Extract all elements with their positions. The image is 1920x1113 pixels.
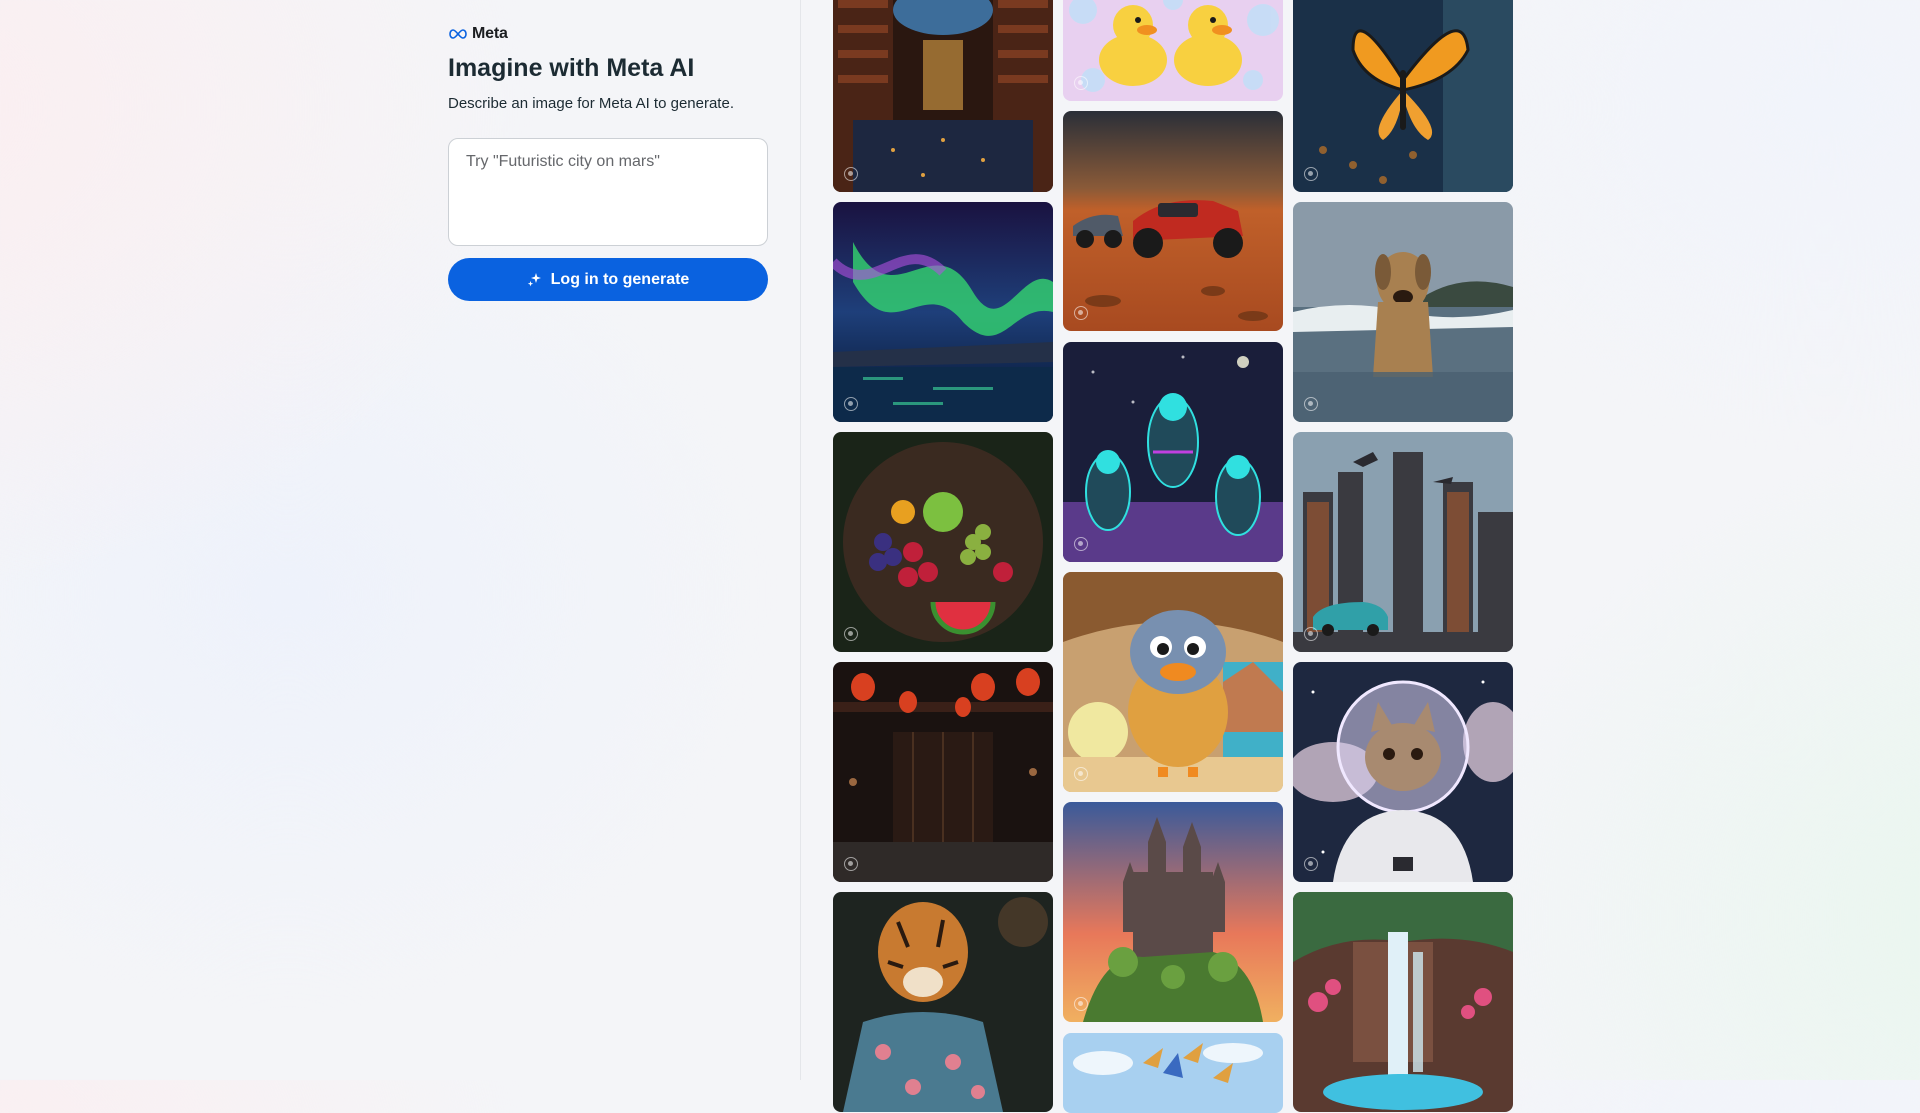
sparkle-icon bbox=[527, 272, 541, 286]
watermark-icon bbox=[1304, 857, 1318, 871]
rubber-ducks-image bbox=[1063, 0, 1283, 101]
gallery-image-astronaut-cat[interactable] bbox=[1293, 662, 1513, 882]
gallery-image-tiger-in-suit[interactable] bbox=[833, 892, 1053, 1112]
tiger-in-suit-image bbox=[833, 892, 1053, 1112]
gallery-image-castle[interactable] bbox=[1063, 802, 1283, 1022]
library-image bbox=[833, 0, 1053, 192]
gallery-image-mars-car[interactable] bbox=[1063, 111, 1283, 331]
gallery-image-fruit-bowl[interactable] bbox=[833, 432, 1053, 652]
generate-button-label: Log in to generate bbox=[550, 270, 690, 288]
watermark-icon bbox=[844, 627, 858, 641]
watermark-icon bbox=[1074, 767, 1088, 781]
gallery-image-library[interactable] bbox=[833, 0, 1053, 192]
watermark-icon bbox=[1074, 306, 1088, 320]
gallery-image-rubber-ducks[interactable] bbox=[1063, 0, 1283, 101]
prompt-input[interactable] bbox=[448, 138, 768, 246]
gallery-image-waterfall[interactable] bbox=[1293, 892, 1513, 1112]
watermark-icon bbox=[1304, 167, 1318, 181]
watermark-icon bbox=[1074, 537, 1088, 551]
gallery-image-fluffy-bird[interactable] bbox=[1063, 572, 1283, 792]
mars-car-image bbox=[1063, 111, 1283, 331]
gallery-image-futuristic-city[interactable] bbox=[1293, 432, 1513, 652]
page-subtitle: Describe an image for Meta AI to generat… bbox=[448, 95, 734, 112]
watermark-icon bbox=[844, 167, 858, 181]
gallery-image-paper-birds[interactable] bbox=[1063, 1033, 1283, 1113]
futuristic-city-image bbox=[1293, 432, 1513, 652]
gallery-image-butterfly[interactable] bbox=[1293, 0, 1513, 192]
gallery-image-dog-in-sea[interactable] bbox=[1293, 202, 1513, 422]
paper-birds-image bbox=[1063, 1033, 1283, 1113]
waterfall-image bbox=[1293, 892, 1513, 1112]
space-cats-image bbox=[1063, 342, 1283, 562]
gallery-image-aurora[interactable] bbox=[833, 202, 1053, 422]
page-title: Imagine with Meta AI bbox=[448, 54, 695, 82]
watermark-icon bbox=[1074, 76, 1088, 90]
log-in-to-generate-button[interactable]: Log in to generate bbox=[448, 258, 768, 301]
lantern-restaurant-image bbox=[833, 662, 1053, 882]
castle-image bbox=[1063, 802, 1283, 1022]
panel-divider bbox=[800, 0, 801, 1080]
watermark-icon bbox=[1304, 627, 1318, 641]
watermark-icon bbox=[1304, 397, 1318, 411]
fluffy-bird-image bbox=[1063, 572, 1283, 792]
meta-infinity-icon bbox=[449, 29, 467, 39]
dog-in-sea-image bbox=[1293, 202, 1513, 422]
prompt-panel: Meta Imagine with Meta AI Describe an im… bbox=[448, 24, 768, 301]
aurora-image bbox=[833, 202, 1053, 422]
fruit-bowl-image bbox=[833, 432, 1053, 652]
astronaut-cat-image bbox=[1293, 662, 1513, 882]
meta-logo[interactable]: Meta bbox=[448, 24, 768, 44]
watermark-icon bbox=[1074, 997, 1088, 1011]
brand-name: Meta bbox=[472, 25, 508, 42]
butterfly-image bbox=[1293, 0, 1513, 192]
gallery-image-space-cats[interactable] bbox=[1063, 342, 1283, 562]
gallery-image-lantern-restaurant[interactable] bbox=[833, 662, 1053, 882]
watermark-icon bbox=[844, 397, 858, 411]
watermark-icon bbox=[844, 857, 858, 871]
